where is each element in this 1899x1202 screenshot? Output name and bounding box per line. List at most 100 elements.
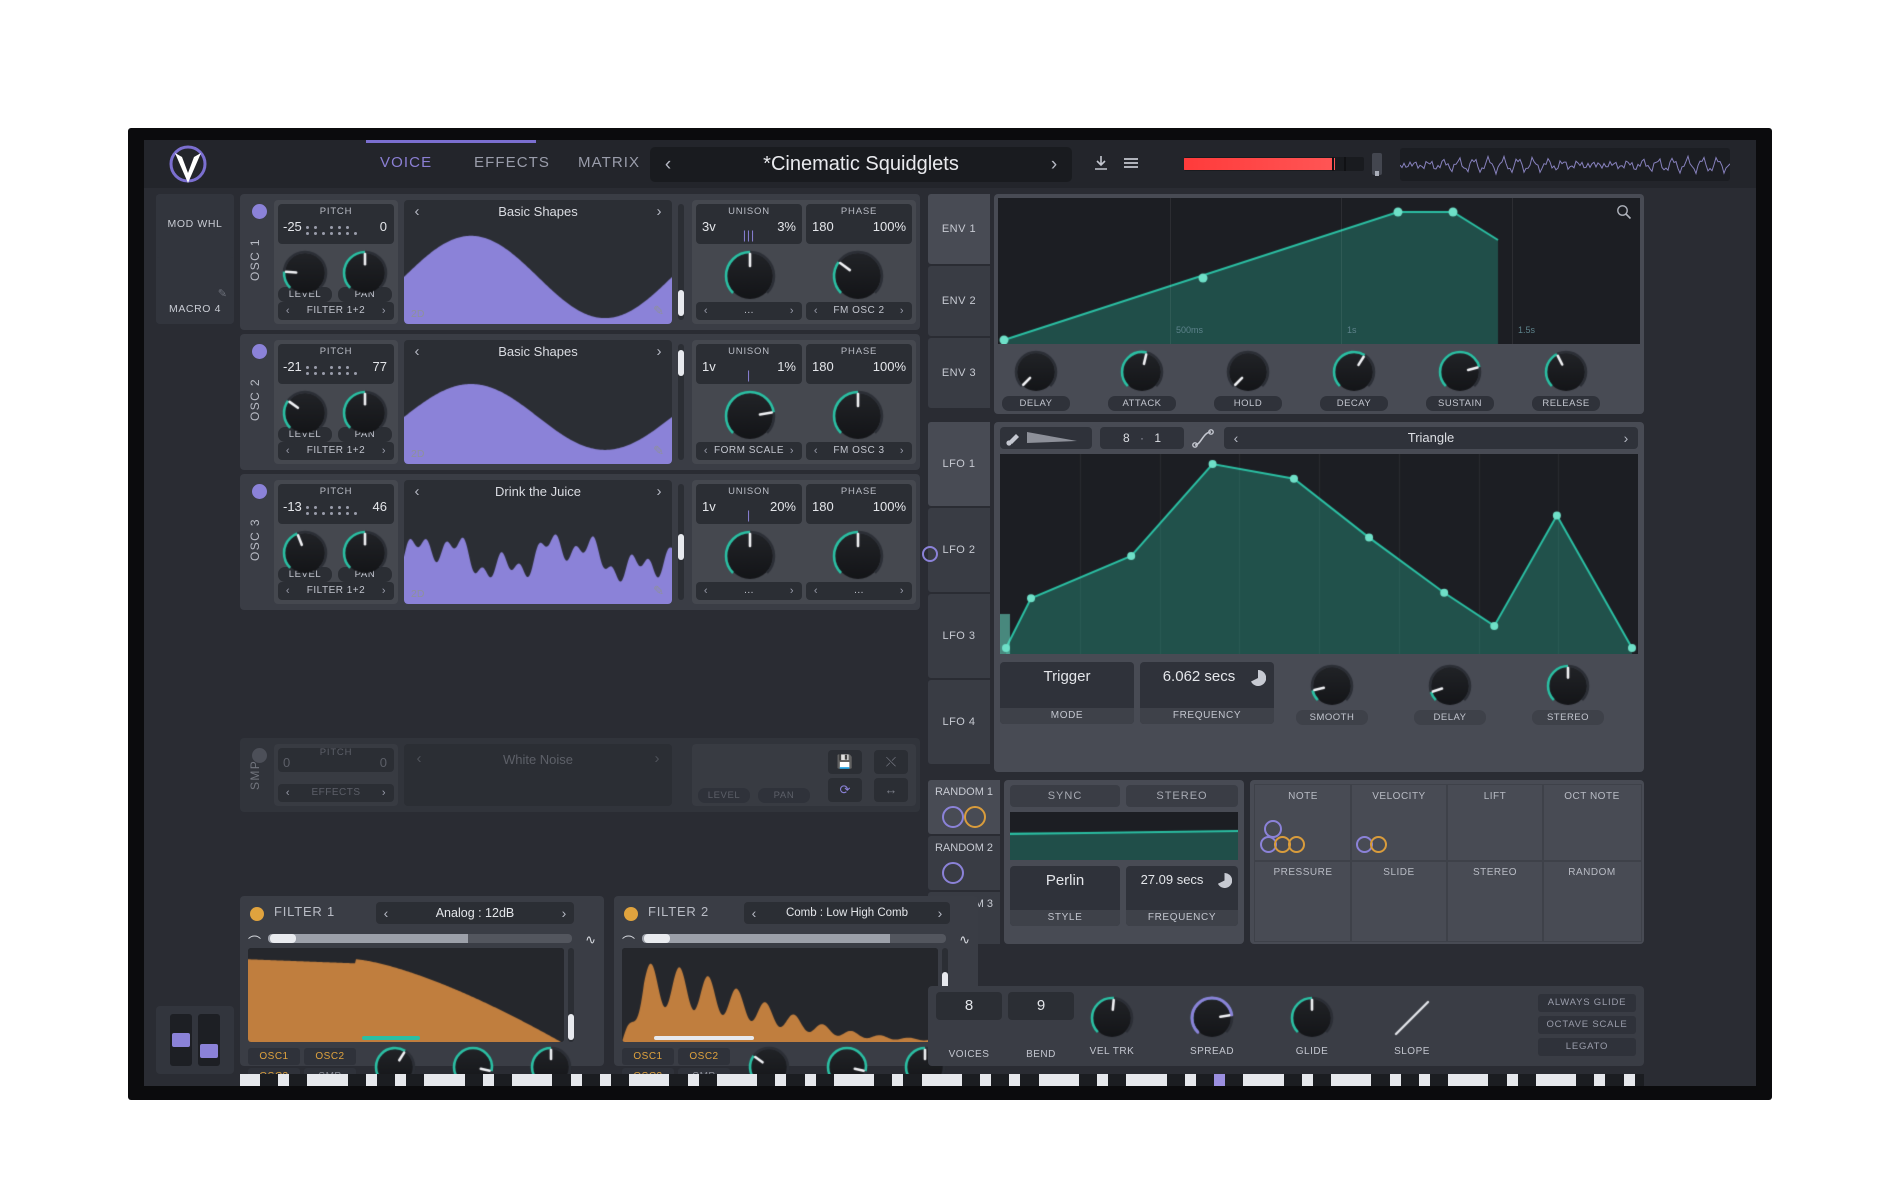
osc-3-pan-knob[interactable] xyxy=(340,528,390,583)
tab-effects[interactable]: EFFECTS xyxy=(474,154,550,171)
tab-env-1[interactable]: ENV 1 xyxy=(928,194,990,264)
tab-env-2[interactable]: ENV 2 xyxy=(928,266,990,336)
osc-2-phase-pill[interactable]: PHASE 180 100% xyxy=(806,344,912,384)
random-1-source-dot[interactable] xyxy=(942,806,964,828)
lfo-shape-next-icon[interactable]: › xyxy=(1616,427,1636,449)
piano-black-key[interactable] xyxy=(815,1074,834,1086)
osc-1-pitch-pill[interactable]: PITCH -25 0 xyxy=(278,204,394,244)
env-knob-release[interactable] xyxy=(1542,348,1590,401)
bounce-icon[interactable]: ↔ xyxy=(874,778,908,802)
osc-1-phase-pill[interactable]: PHASE 180 100% xyxy=(806,204,912,244)
piano-black-key[interactable] xyxy=(669,1074,688,1086)
sampler-row[interactable]: SMP PITCH 0 0 ‹ EFFECTS › White Noise ‹ … xyxy=(240,738,920,812)
piano-black-key[interactable] xyxy=(552,1074,571,1086)
piano-black-key[interactable] xyxy=(406,1074,425,1086)
volume-handle[interactable] xyxy=(1372,153,1382,176)
preset-next-button[interactable]: › xyxy=(1042,152,1066,177)
lfo-shape-prev-icon[interactable]: ‹ xyxy=(1226,427,1246,449)
piano-black-key[interactable] xyxy=(698,1074,717,1086)
lfo-knob-delay[interactable] xyxy=(1426,662,1474,715)
osc-2-phase-knob[interactable] xyxy=(830,388,886,449)
virtual-keyboard[interactable] xyxy=(240,1074,1644,1086)
filter-2-src-osc1[interactable]: OSC1 xyxy=(622,1048,674,1065)
osc-3-wavetable-next-icon[interactable]: › xyxy=(648,483,670,500)
osc-1-wavetable-prev-icon[interactable]: ‹ xyxy=(406,203,428,220)
random-1-source-dot-2[interactable] xyxy=(964,806,986,828)
osc-3-wavetable-prev-icon[interactable]: ‹ xyxy=(406,483,428,500)
preset-browser-bar[interactable]: *Cinematic Squidglets ‹ › xyxy=(650,147,1072,182)
piano-black-key[interactable] xyxy=(1225,1074,1244,1086)
lfo-mod-source-dot[interactable] xyxy=(922,546,938,562)
tab-lfo-3[interactable]: LFO 3 xyxy=(928,594,990,678)
pitch-wheel[interactable] xyxy=(170,1014,192,1066)
lfo-shape-selector[interactable]: Triangle ‹ › xyxy=(1224,427,1638,449)
filter-1-enable-toggle[interactable] xyxy=(250,907,264,921)
osc-1-level-knob[interactable] xyxy=(280,248,330,303)
filter-1-src-osc2[interactable]: OSC2 xyxy=(304,1048,356,1065)
osc-1-filter-route[interactable]: ‹ FILTER 1+2 › xyxy=(278,302,394,320)
tab-random-2[interactable]: RANDOM 2 xyxy=(928,836,1000,890)
env-knob-sustain[interactable] xyxy=(1436,348,1484,401)
osc-1-unison-pill[interactable]: UNISON 3v 3% ||| xyxy=(696,204,802,244)
lfo-grid-size[interactable]: 8 · 1 xyxy=(1100,427,1184,449)
piano-black-key[interactable] xyxy=(1020,1074,1039,1086)
voices-control[interactable]: 8 VOICES xyxy=(936,992,1002,1060)
lfo-frequency-control[interactable]: 6.062 secs FREQUENCY xyxy=(1140,662,1274,724)
voice-knob-slope[interactable] xyxy=(1388,994,1436,1047)
sampler-pitch-pill[interactable]: PITCH 0 0 xyxy=(278,747,394,772)
lfo-knob-smooth[interactable] xyxy=(1308,662,1356,715)
piano-black-key[interactable] xyxy=(786,1074,805,1086)
download-icon[interactable] xyxy=(1092,154,1110,177)
piano-black-key[interactable] xyxy=(1605,1074,1624,1086)
piano-black-key[interactable] xyxy=(493,1074,512,1086)
tab-voice[interactable]: VOICE xyxy=(380,154,432,171)
osc-2-unison-pill[interactable]: UNISON 1v 1% | xyxy=(696,344,802,384)
always-glide-toggle[interactable]: ALWAYS GLIDE xyxy=(1538,994,1636,1012)
legato-toggle[interactable]: LEGATO xyxy=(1538,1038,1636,1056)
filter-1-blend-slider[interactable] xyxy=(268,934,572,943)
tab-matrix[interactable]: MATRIX xyxy=(578,154,640,171)
piano-black-key[interactable] xyxy=(1371,1074,1390,1086)
osc-3-enable-toggle[interactable] xyxy=(252,484,267,499)
osc-1-wavetable-next-icon[interactable]: › xyxy=(648,203,670,220)
osc-2-wavetable-display[interactable]: Basic Shapes ‹ › 2D ✎ xyxy=(404,340,672,464)
mod-wheel[interactable] xyxy=(198,1014,220,1066)
osc-1-edit-icon[interactable]: ✎ xyxy=(653,303,664,319)
osc-3-phase-pill[interactable]: PHASE 180 100% xyxy=(806,484,912,524)
filter-2-model-prev-icon[interactable]: ‹ xyxy=(744,902,764,924)
loop-icon[interactable]: ⟳ xyxy=(828,778,862,802)
shuffle-icon[interactable]: ⤬ xyxy=(874,750,908,774)
piano-black-key[interactable] xyxy=(1283,1074,1302,1086)
piano-black-key[interactable] xyxy=(1108,1074,1127,1086)
osc-3-wavetable-display[interactable]: Drink the Juice ‹ › 2D ✎ xyxy=(404,480,672,604)
random-stereo-button[interactable]: STEREO xyxy=(1126,785,1238,807)
env-knob-attack[interactable] xyxy=(1118,348,1166,401)
sample-prev-icon[interactable]: ‹ xyxy=(408,750,430,767)
filter-2-enable-toggle[interactable] xyxy=(624,907,638,921)
curve-icon[interactable] xyxy=(1192,427,1218,449)
filter-2-model-selector[interactable]: Comb : Low High Comb ‹ › xyxy=(744,902,950,924)
osc-2-filter-route[interactable]: ‹ FILTER 1+2 › xyxy=(278,442,394,460)
piano-black-key[interactable] xyxy=(1634,1074,1644,1086)
piano-black-key[interactable] xyxy=(1400,1074,1419,1086)
mod-source-pressure[interactable]: PRESSURE xyxy=(1254,860,1352,942)
wheel-controls[interactable] xyxy=(156,1006,234,1074)
piano-black-key[interactable] xyxy=(874,1074,893,1086)
piano-black-key[interactable] xyxy=(903,1074,922,1086)
osc-1-enable-toggle[interactable] xyxy=(252,204,267,219)
piano-black-key[interactable] xyxy=(1312,1074,1331,1086)
osc-2-pitch-pill[interactable]: PITCH -21 77 xyxy=(278,344,394,384)
voice-knob-vel-trk[interactable] xyxy=(1088,994,1136,1047)
mod-source-oct-note[interactable]: OCT NOTE xyxy=(1542,784,1642,862)
piano-black-key[interactable] xyxy=(1166,1074,1185,1086)
piano-black-key[interactable] xyxy=(289,1074,308,1086)
osc-3-level-knob[interactable] xyxy=(280,528,330,583)
piano-black-key[interactable] xyxy=(347,1074,366,1086)
random-frequency-control[interactable]: 27.09 secs FREQUENCY xyxy=(1126,866,1238,926)
osc-3-unison-pill[interactable]: UNISON 1v 20% | xyxy=(696,484,802,524)
voice-knob-spread[interactable] xyxy=(1188,994,1236,1047)
osc-2-edit-icon[interactable]: ✎ xyxy=(653,443,664,459)
piano-black-key[interactable] xyxy=(1517,1074,1536,1086)
osc-3-pitch-pill[interactable]: PITCH -13 46 xyxy=(278,484,394,524)
tab-env-3[interactable]: ENV 3 xyxy=(928,338,990,408)
